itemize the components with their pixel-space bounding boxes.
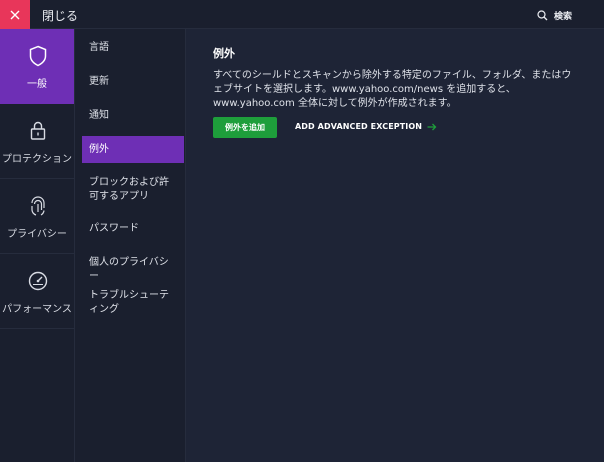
category-performance[interactable]: パフォーマンス (0, 254, 74, 329)
category-label: プロテクション (2, 154, 72, 165)
arrow-right-icon (427, 123, 437, 130)
search-label: 検索 (553, 12, 572, 22)
page-title: 例外 (213, 47, 235, 60)
search-button[interactable]: 検索 (537, 9, 572, 22)
close-label[interactable]: 閉じる (42, 7, 78, 24)
main-panel: 例外 すべてのシールドとスキャンから除外する特定のファイル、フォルダ、またはウェ… (186, 29, 604, 462)
lock-icon (30, 121, 46, 140)
add-advanced-exception-link[interactable]: ADD ADVANCED EXCEPTION (295, 122, 437, 131)
fingerprint-icon (31, 196, 45, 216)
add-exception-button[interactable]: 例外を追加 (213, 117, 277, 138)
submenu-item-exceptions[interactable]: 例外 (82, 136, 184, 163)
category-sidebar: 一般 プロテクション プライバシー パフォーマンス (0, 29, 75, 462)
submenu-item-blocked-allowed-apps[interactable]: ブロックおよび許可するアプリ (82, 176, 184, 204)
shield-icon (29, 45, 47, 67)
close-button[interactable] (0, 0, 30, 29)
category-label: パフォーマンス (2, 304, 72, 315)
title-bar: 閉じる 検索 (0, 0, 604, 29)
category-label: プライバシー (7, 229, 67, 240)
settings-submenu: 言語 更新 通知 例外 ブロックおよび許可するアプリ パスワード 個人のプライバ… (75, 29, 186, 462)
category-protection[interactable]: プロテクション (0, 104, 74, 179)
description-text: すべてのシールドとスキャンから除外する特定のファイル、フォルダ、またはウェブサイ… (213, 70, 572, 109)
submenu-item-updates[interactable]: 更新 (82, 75, 184, 89)
category-privacy[interactable]: プライバシー (0, 179, 74, 254)
submenu-item-troubleshooting[interactable]: トラブルシューティング (82, 289, 184, 317)
submenu-item-notifications[interactable]: 通知 (82, 109, 184, 123)
close-icon (10, 10, 20, 19)
submenu-item-personal-privacy[interactable]: 個人のプライバシー (82, 256, 184, 284)
advanced-exception-label: ADD ADVANCED EXCEPTION (295, 122, 423, 131)
category-general[interactable]: 一般 (0, 29, 74, 104)
submenu-item-language[interactable]: 言語 (82, 41, 184, 55)
search-icon (537, 10, 548, 21)
speedometer-icon (28, 271, 48, 291)
submenu-item-passwords[interactable]: パスワード (82, 222, 184, 236)
category-label: 一般 (27, 79, 47, 90)
